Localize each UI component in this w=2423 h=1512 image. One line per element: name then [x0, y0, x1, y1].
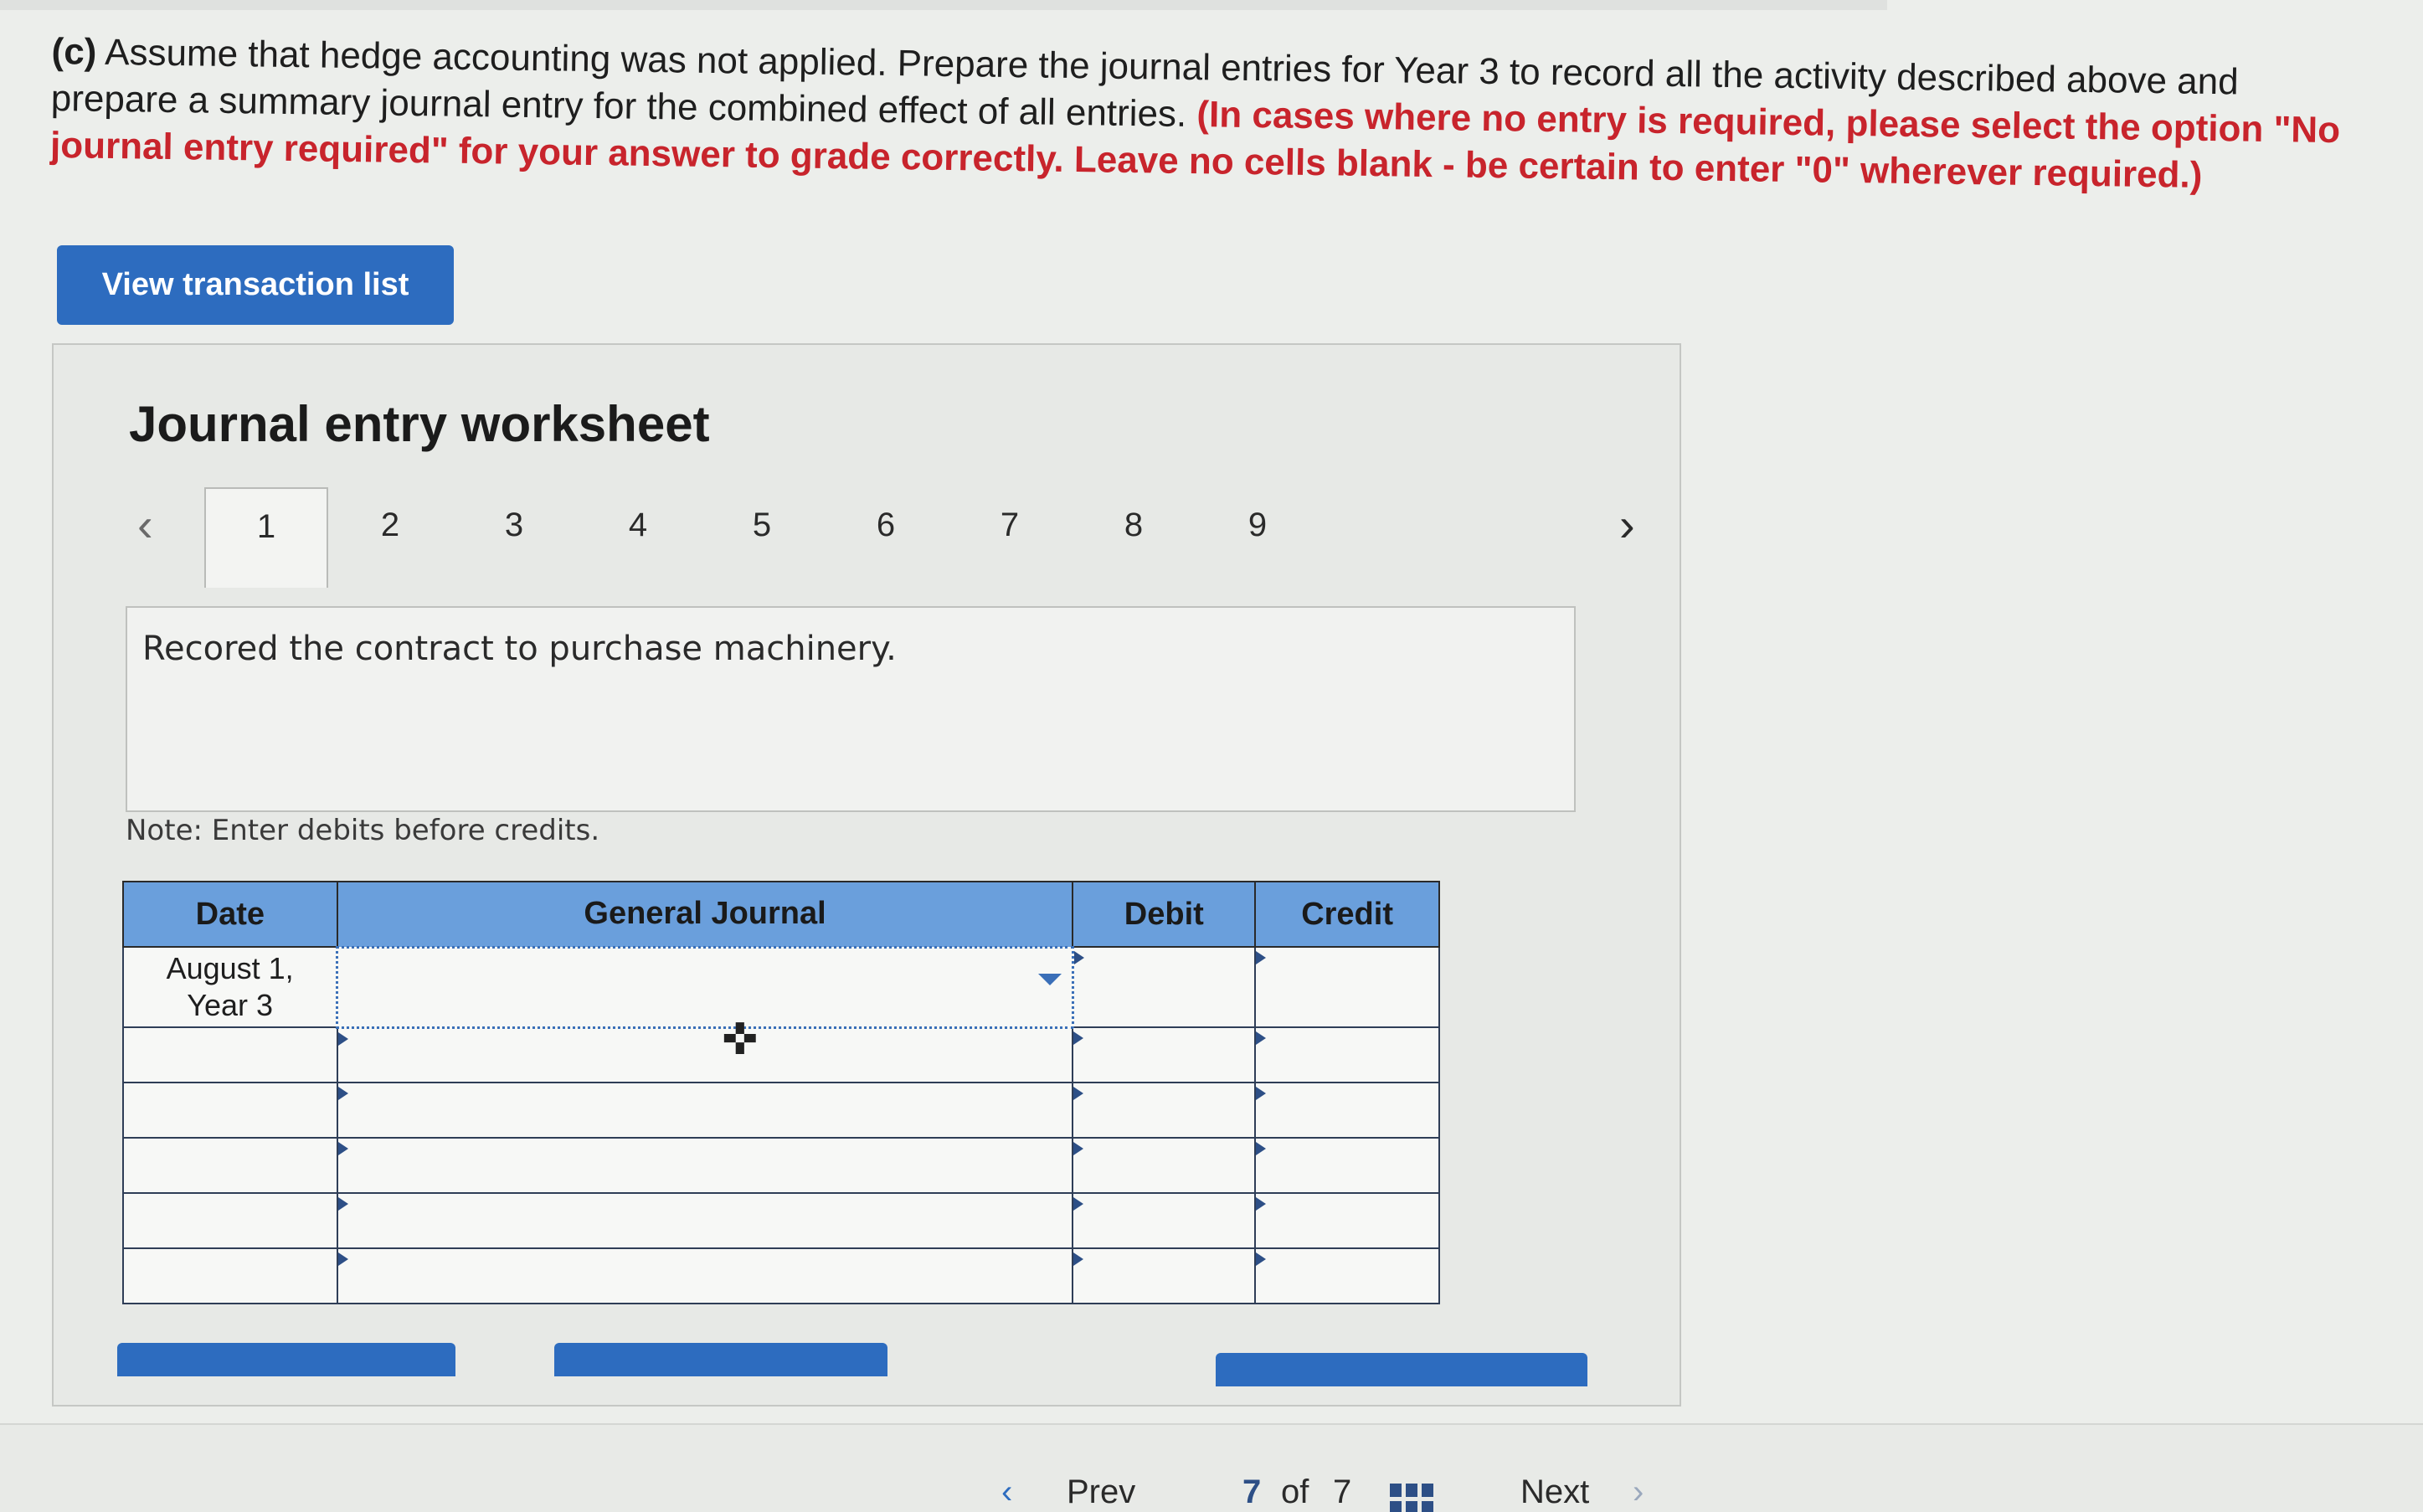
page-total: 7 [1333, 1473, 1352, 1510]
cell-marker-icon [1256, 1252, 1267, 1266]
cell-marker-icon [1073, 951, 1084, 964]
debit-input[interactable] [1072, 1026, 1257, 1083]
cell-marker-icon [1256, 1087, 1267, 1100]
tab-3[interactable]: 3 [452, 487, 576, 588]
debit-input[interactable] [1072, 1082, 1257, 1139]
chevron-right-icon[interactable]: › [1633, 1473, 1644, 1511]
chevron-left-icon[interactable]: ‹ [137, 497, 153, 552]
journal-table: Date General Journal Debit Credit August… [122, 881, 1440, 1304]
top-strip [0, 0, 1887, 10]
cell-marker-icon [1256, 1031, 1267, 1045]
cell-marker-icon [1256, 951, 1267, 964]
date-cell[interactable] [122, 1082, 338, 1139]
debit-header: Debit [1072, 881, 1257, 948]
table-row [122, 1137, 1440, 1194]
footer-nav: ‹ Prev 7 of 7 Next › [0, 1423, 2423, 1512]
worksheet-title: Journal entry worksheet [129, 396, 710, 452]
debit-input[interactable] [1072, 1192, 1257, 1249]
account-select[interactable] [336, 1192, 1074, 1249]
view-general-journal-button[interactable] [1216, 1353, 1587, 1386]
account-select[interactable] [336, 1137, 1074, 1194]
date-cell: August 1, Year 3 [122, 946, 338, 1028]
debit-input[interactable] [1072, 1137, 1257, 1194]
tab-9[interactable]: 9 [1196, 487, 1320, 588]
tab-6[interactable]: 6 [824, 487, 948, 588]
tab-1[interactable]: 1 [204, 487, 328, 588]
table-row [122, 1082, 1440, 1139]
date-cell[interactable] [122, 1137, 338, 1194]
cell-marker-icon [337, 1252, 348, 1266]
debit-input[interactable] [1072, 946, 1257, 1028]
table-row [122, 1247, 1440, 1304]
account-select[interactable] [336, 1026, 1074, 1083]
account-select[interactable] [336, 1247, 1074, 1304]
table-row [122, 1026, 1440, 1083]
credit-input[interactable] [1254, 1082, 1440, 1139]
cell-marker-icon [337, 1087, 348, 1100]
account-select[interactable] [336, 1082, 1074, 1139]
date-line-2: Year 3 [187, 988, 273, 1022]
credit-input[interactable] [1254, 1192, 1440, 1249]
cell-marker-icon [337, 1031, 348, 1046]
grid-menu-icon[interactable] [1390, 1484, 1433, 1512]
cell-marker-icon [1073, 1087, 1084, 1100]
date-cell[interactable] [122, 1192, 338, 1249]
tab-7[interactable]: 7 [948, 487, 1072, 588]
page-of: of [1281, 1473, 1309, 1510]
prev-button[interactable]: Prev [1067, 1473, 1135, 1511]
date-cell[interactable] [122, 1026, 338, 1083]
cell-marker-icon [1073, 1197, 1084, 1211]
general-journal-header: General Journal [336, 881, 1074, 948]
question-lead: (c) [51, 30, 97, 73]
date-cell[interactable] [122, 1247, 338, 1304]
table-header-row: Date General Journal Debit Credit [122, 881, 1440, 948]
journal-entry-worksheet: Journal entry worksheet ‹ 1 2 3 4 5 6 7 … [52, 343, 1681, 1407]
cell-marker-icon [1073, 1252, 1084, 1266]
account-select[interactable] [336, 945, 1074, 1029]
question-text: (c) Assume that hedge accounting was not… [50, 28, 2346, 201]
worksheet-tabs: ‹ 1 2 3 4 5 6 7 8 9 › [121, 487, 1661, 588]
credit-input[interactable] [1254, 946, 1440, 1028]
tab-5[interactable]: 5 [700, 487, 824, 588]
table-row: August 1, Year 3 [122, 945, 1440, 1029]
credit-input[interactable] [1254, 1137, 1440, 1194]
table-row [122, 1192, 1440, 1249]
page-current: 7 [1242, 1473, 1262, 1510]
debit-input[interactable] [1072, 1247, 1257, 1304]
dropdown-caret-icon[interactable] [1037, 973, 1062, 985]
chevron-left-icon[interactable]: ‹ [1001, 1473, 1012, 1511]
cell-marker-icon [1256, 1197, 1267, 1211]
credit-input[interactable] [1254, 1026, 1440, 1083]
tab-2[interactable]: 2 [328, 487, 452, 588]
cell-marker-icon [1073, 1031, 1084, 1045]
tab-4[interactable]: 4 [576, 487, 700, 588]
date-header: Date [122, 881, 338, 948]
next-button[interactable]: Next [1520, 1473, 1589, 1511]
record-entry-button[interactable] [117, 1343, 455, 1376]
view-transaction-list-button[interactable]: View transaction list [57, 245, 454, 325]
note-text: Note: Enter debits before credits. [126, 814, 600, 847]
credit-input[interactable] [1254, 1247, 1440, 1304]
date-line-1: August 1, [166, 951, 294, 985]
credit-header: Credit [1254, 881, 1440, 948]
chevron-right-icon[interactable]: › [1619, 497, 1635, 552]
move-cursor-icon: ✜ [722, 1016, 759, 1064]
cell-marker-icon [337, 1197, 348, 1211]
cell-marker-icon [337, 1142, 348, 1155]
tab-8[interactable]: 8 [1072, 487, 1196, 588]
cell-marker-icon [1256, 1142, 1267, 1155]
entry-description: Recored the contract to purchase machine… [142, 630, 897, 668]
cell-marker-icon [1073, 1142, 1084, 1155]
clear-entry-button[interactable] [554, 1343, 887, 1376]
